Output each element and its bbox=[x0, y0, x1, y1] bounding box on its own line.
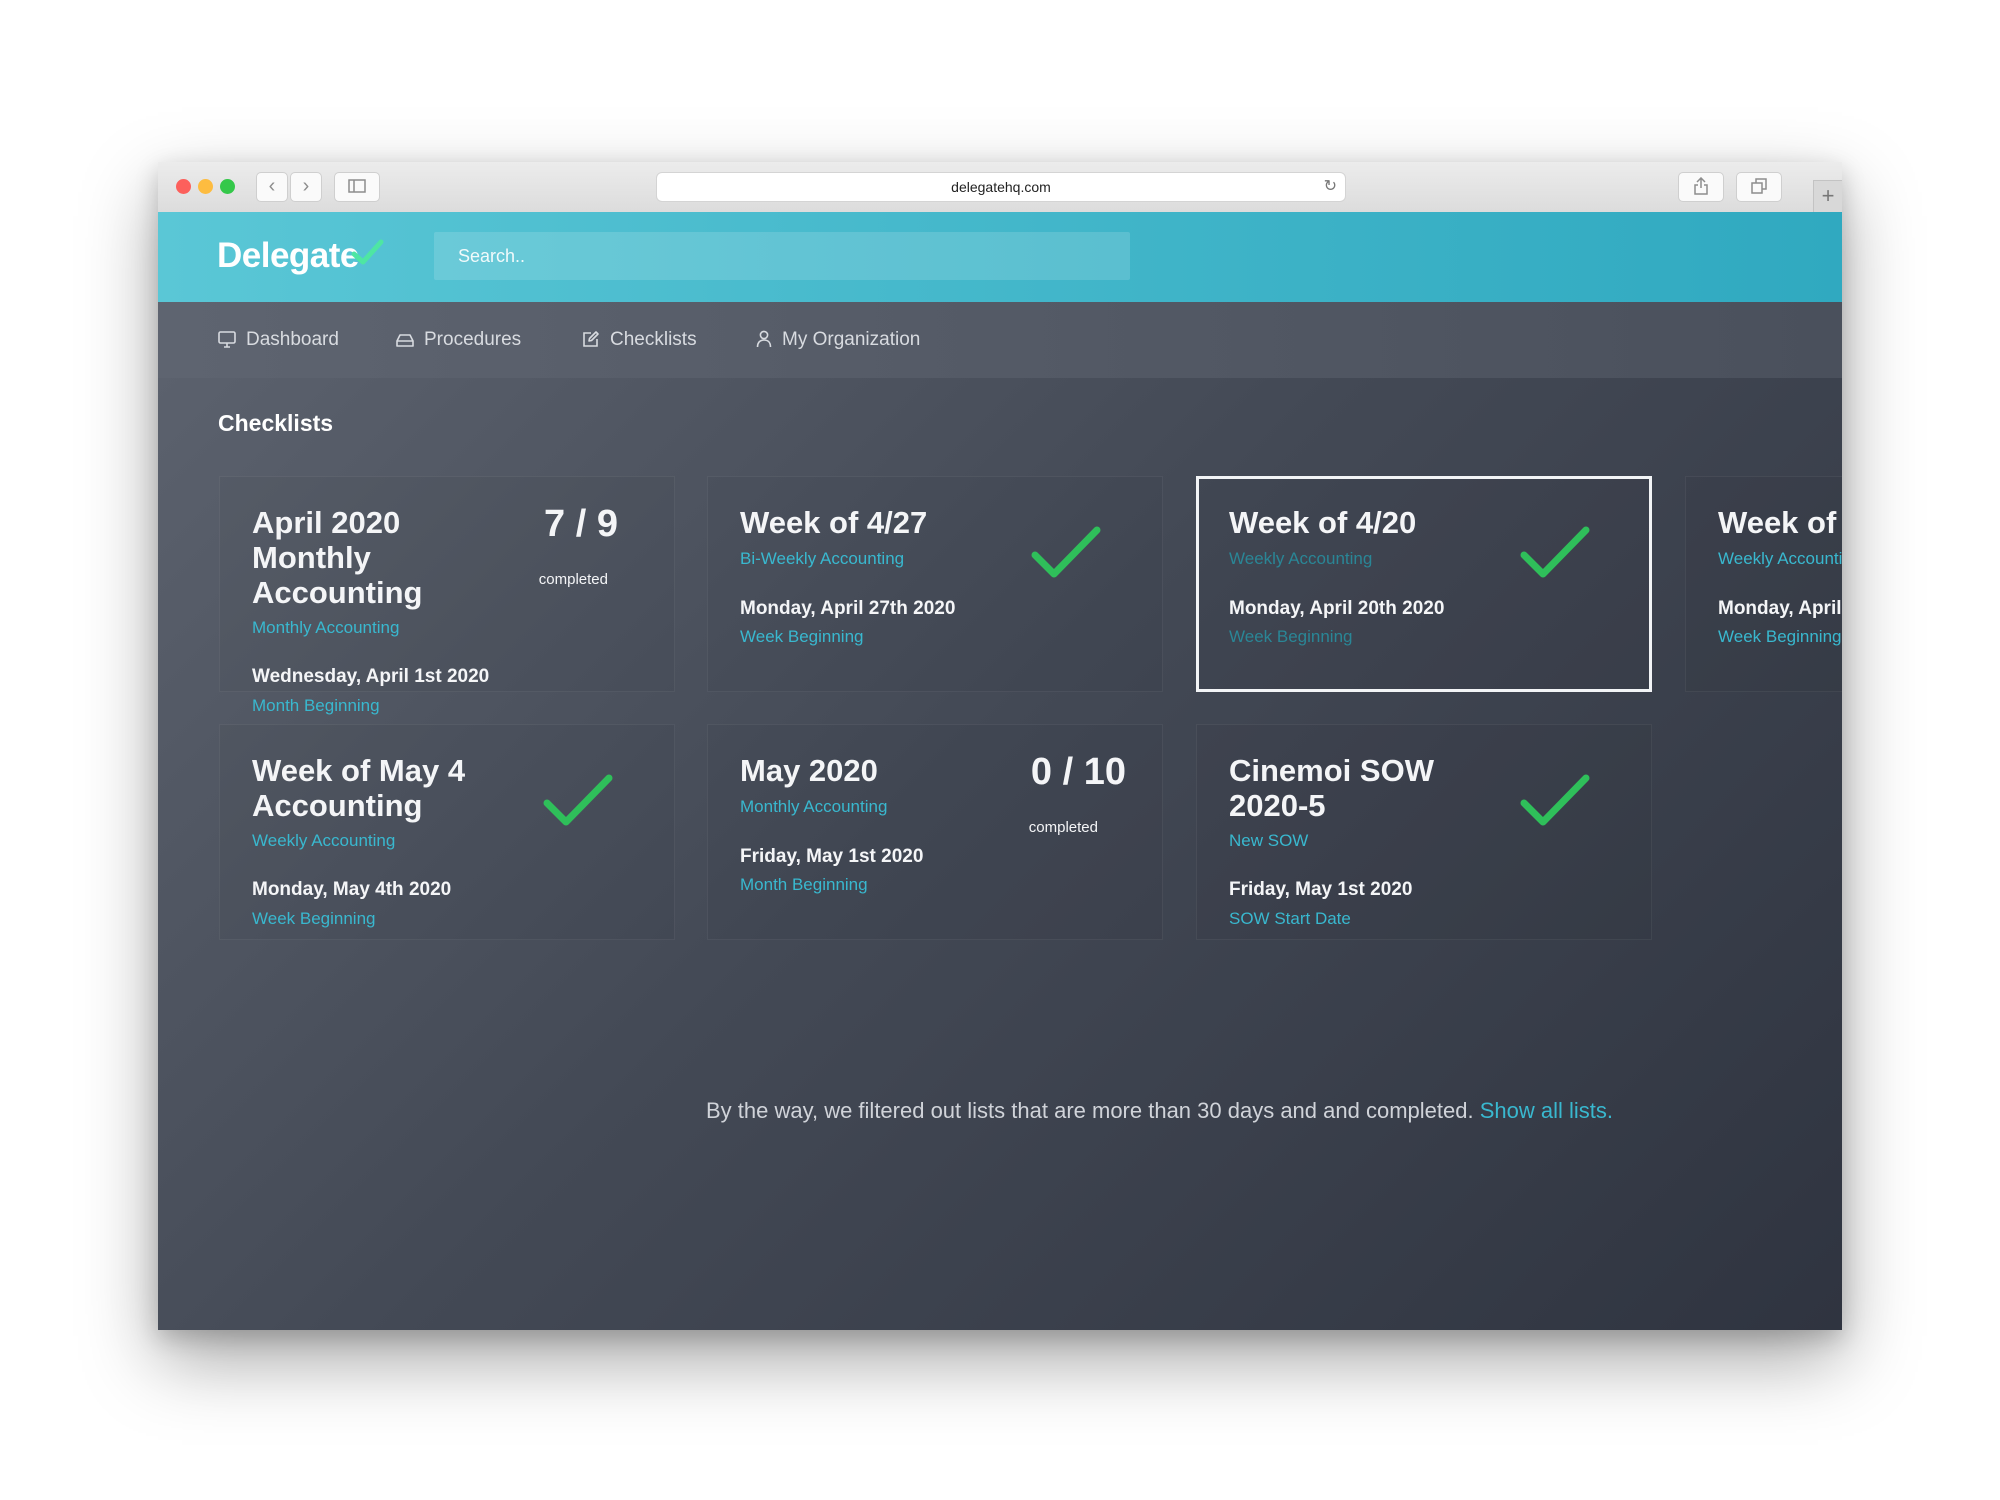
browser-toolbar: ‹ › delegatehq.com ↻ + bbox=[158, 162, 1842, 213]
checklist-card[interactable]: Week of May 4 Accounting Weekly Accounti… bbox=[219, 724, 675, 940]
show-all-lists-link[interactable]: Show all lists. bbox=[1480, 1098, 1613, 1123]
logo-check-icon bbox=[351, 239, 384, 265]
nav-item-dashboard[interactable]: Dashboard bbox=[218, 302, 339, 378]
card-title: Week of May 4 Accounting bbox=[252, 753, 466, 823]
card-date: Friday, May 1st 2020 bbox=[740, 846, 924, 867]
back-button[interactable]: ‹ bbox=[256, 172, 288, 202]
card-date-label: Month Beginning bbox=[740, 875, 868, 894]
edit-icon bbox=[583, 331, 599, 347]
card-type: Weekly Accounting bbox=[252, 831, 396, 850]
url-text: delegatehq.com bbox=[951, 179, 1051, 195]
nav-item-checklists[interactable]: Checklists bbox=[582, 302, 697, 378]
card-title: Cinemoi SOW 2020-5 bbox=[1229, 753, 1434, 823]
card-date-label: Week Beginning bbox=[740, 627, 864, 646]
share-icon bbox=[1694, 176, 1708, 195]
complete-check-icon bbox=[1520, 526, 1590, 578]
card-type: New SOW bbox=[1229, 831, 1309, 850]
card-date-label: Week Beginning bbox=[1229, 627, 1353, 646]
main-content: Checklists April 2020 Monthly Accounting… bbox=[158, 378, 1842, 1330]
filter-note: By the way, we filtered out lists that a… bbox=[706, 1098, 1613, 1124]
card-date-label: SOW Start Date bbox=[1229, 909, 1351, 928]
monitor-icon bbox=[218, 331, 236, 348]
tray-icon bbox=[396, 334, 414, 347]
card-title: Week of 4/13 bbox=[1718, 505, 1842, 540]
tabs-button[interactable] bbox=[1736, 172, 1782, 202]
minimize-window-button[interactable] bbox=[198, 179, 213, 194]
complete-check-icon bbox=[543, 774, 613, 826]
page-title: Checklists bbox=[218, 410, 334, 436]
checklist-card[interactable]: Week of 4/13 Weekly Accounting Monday, A… bbox=[1685, 476, 1842, 692]
checklist-card-selected[interactable]: Week of 4/20 Weekly Accounting Monday, A… bbox=[1196, 476, 1652, 692]
sidebar-toggle-button[interactable] bbox=[334, 172, 380, 202]
progress-label: completed bbox=[538, 571, 608, 588]
nav-label: Procedures bbox=[424, 329, 522, 350]
nav-item-my-organization[interactable]: My Organization bbox=[756, 302, 920, 378]
card-date: Monday, April 13th 2020 bbox=[1718, 598, 1842, 619]
card-date: Monday, May 4th 2020 bbox=[252, 879, 452, 900]
new-tab-button[interactable]: + bbox=[1813, 180, 1842, 213]
sidebar-icon bbox=[348, 179, 366, 193]
checklist-card[interactable]: April 2020 Monthly Accounting Monthly Ac… bbox=[219, 476, 675, 715]
close-window-button[interactable] bbox=[176, 179, 191, 194]
app-header: Delegate bbox=[158, 212, 1842, 302]
nav-item-procedures[interactable]: Procedures bbox=[396, 302, 521, 378]
tabs-icon bbox=[1751, 178, 1767, 194]
card-date-label: Week Beginning bbox=[1718, 627, 1842, 646]
reload-icon[interactable]: ↻ bbox=[1324, 173, 1337, 201]
checklist-card[interactable]: May 2020 Monthly Accounting Friday, May … bbox=[707, 724, 1163, 940]
complete-check-icon bbox=[1520, 774, 1590, 826]
card-type: Weekly Accounting bbox=[1229, 549, 1373, 568]
logo[interactable]: Delegate bbox=[217, 236, 359, 276]
progress-count: 0 / 10 bbox=[1030, 751, 1126, 793]
address-bar[interactable]: delegatehq.com ↻ bbox=[656, 172, 1346, 202]
user-icon bbox=[756, 330, 772, 348]
card-type: Monthly Accounting bbox=[740, 797, 888, 816]
nav-label: Dashboard bbox=[246, 329, 339, 350]
zoom-window-button[interactable] bbox=[220, 179, 235, 194]
card-title: Week of 4/20 bbox=[1229, 505, 1417, 540]
card-title: April 2020 Monthly Accounting bbox=[252, 505, 423, 610]
progress-count: 7 / 9 bbox=[544, 503, 618, 545]
checklist-card[interactable]: Week of 4/27 Bi-Weekly Accounting Monday… bbox=[707, 476, 1163, 692]
card-title: Week of 4/27 bbox=[740, 505, 928, 540]
card-date-label: Month Beginning bbox=[252, 696, 380, 715]
forward-button[interactable]: › bbox=[290, 172, 322, 202]
card-date: Monday, April 20th 2020 bbox=[1229, 598, 1445, 619]
card-title: May 2020 bbox=[740, 753, 878, 788]
filter-note-text: By the way, we filtered out lists that a… bbox=[706, 1098, 1474, 1123]
main-nav: Dashboard Procedures Checklists My Organ… bbox=[158, 302, 1842, 378]
card-date: Monday, April 27th 2020 bbox=[740, 598, 956, 619]
card-type: Bi-Weekly Accounting bbox=[740, 549, 905, 568]
card-type: Weekly Accounting bbox=[1718, 549, 1842, 568]
card-date: Wednesday, April 1st 2020 bbox=[252, 666, 490, 687]
nav-label: Checklists bbox=[610, 329, 697, 350]
checklist-card[interactable]: Cinemoi SOW 2020-5 New SOW Friday, May 1… bbox=[1196, 724, 1652, 940]
complete-check-icon bbox=[1031, 526, 1101, 578]
browser-window: ‹ › delegatehq.com ↻ + Delegate Dashboar… bbox=[158, 162, 1842, 1330]
search-input[interactable] bbox=[434, 232, 1130, 280]
card-date: Friday, May 1st 2020 bbox=[1229, 879, 1413, 900]
card-date-label: Week Beginning bbox=[252, 909, 376, 928]
nav-label: My Organization bbox=[782, 329, 921, 350]
share-button[interactable] bbox=[1678, 172, 1724, 202]
progress-label: completed bbox=[1028, 819, 1098, 836]
card-type: Monthly Accounting bbox=[252, 618, 400, 637]
